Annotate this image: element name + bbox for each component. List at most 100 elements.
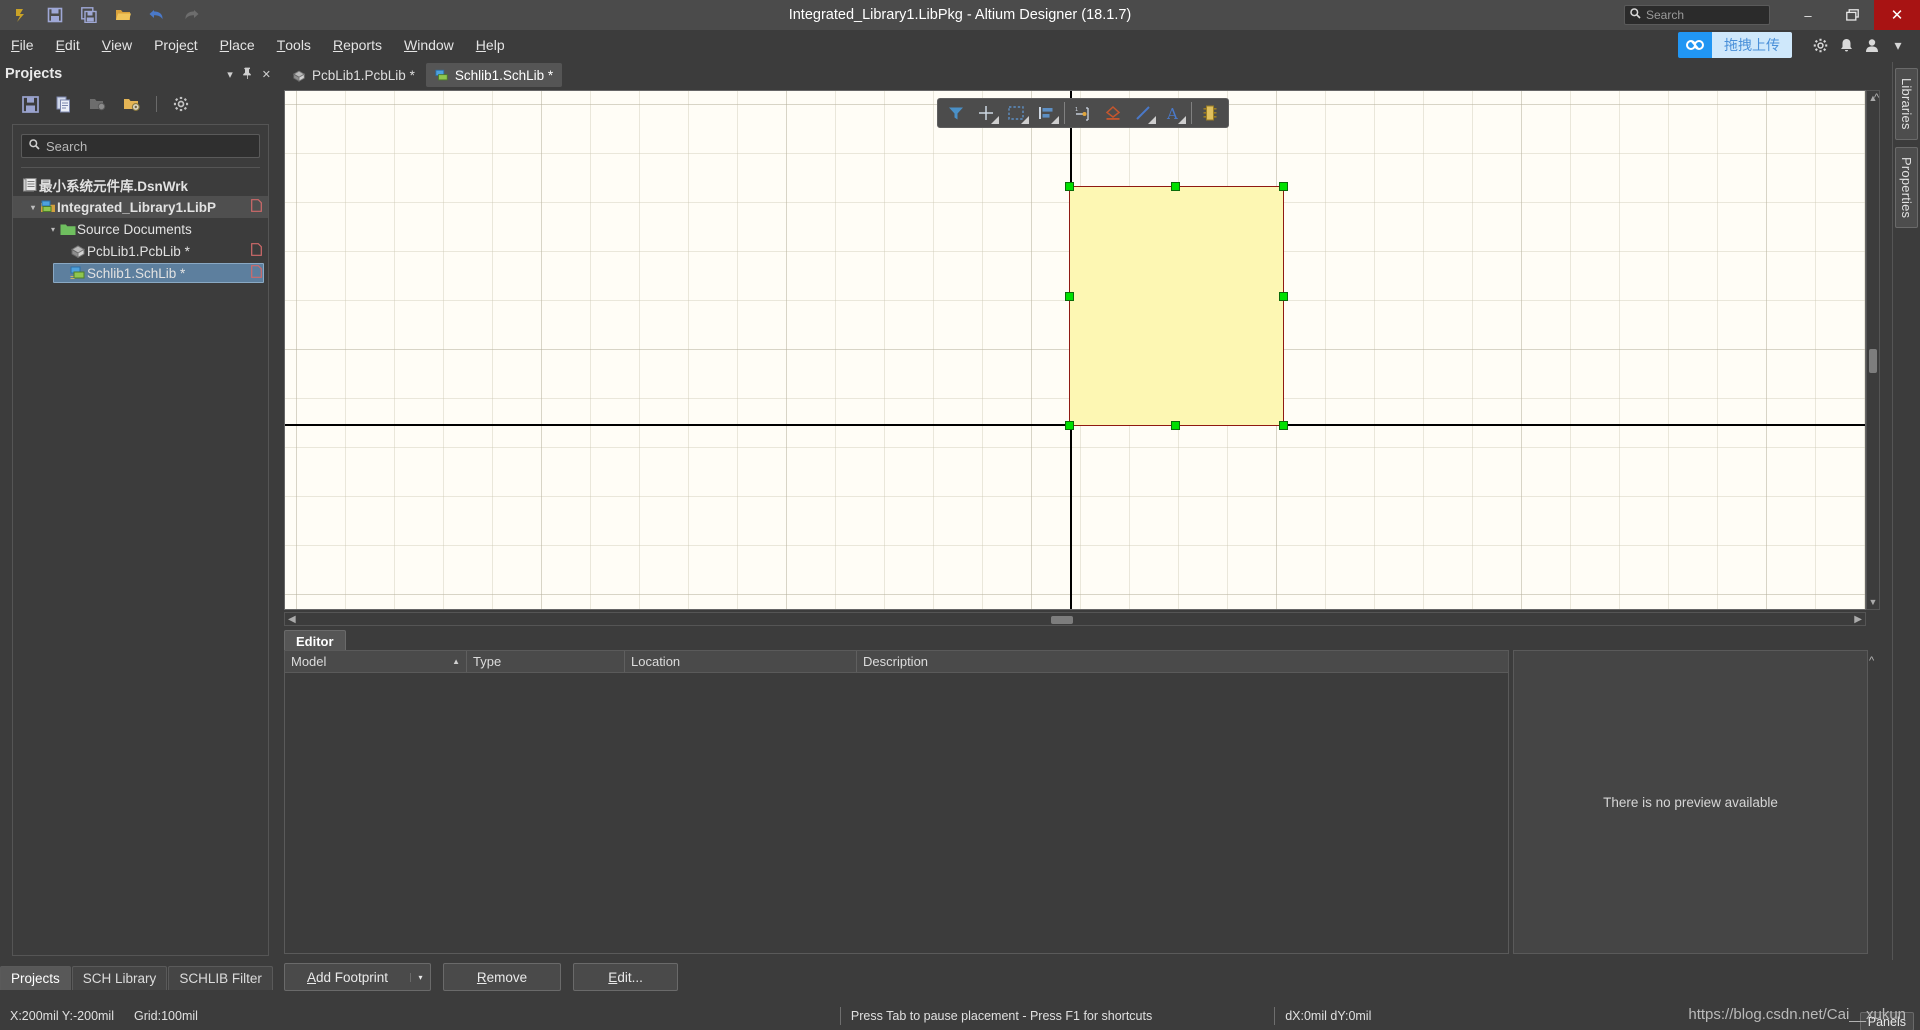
selection-handle-middle-right[interactable] <box>1279 292 1288 301</box>
filter-funnel-icon[interactable] <box>941 100 971 126</box>
menu-file[interactable]: File <box>0 30 45 60</box>
scroll-left-arrow-icon[interactable]: ◀ <box>285 614 299 625</box>
open-project-icon[interactable] <box>88 94 108 114</box>
edit-button[interactable]: Edit... <box>573 963 679 991</box>
model-grid-panel: Model ▲ Type Location Description <box>284 650 1509 954</box>
document-status-icon <box>251 243 262 259</box>
remove-button[interactable]: Remove <box>443 963 562 991</box>
tree-item-label: PcbLib1.PcbLib * <box>87 243 190 259</box>
selection-handle-bottom-left[interactable] <box>1065 421 1074 430</box>
align-objects-icon[interactable] <box>1031 100 1061 126</box>
column-header-type[interactable]: Type <box>467 651 625 672</box>
dock-tab-properties[interactable]: Properties <box>1895 146 1918 228</box>
horizontal-scroll-thumb[interactable] <box>1051 616 1073 624</box>
place-text-icon[interactable]: A <box>1158 100 1188 126</box>
selection-handle-top-right[interactable] <box>1279 182 1288 191</box>
tree-item-pcblib1[interactable]: PcbLib1.PcbLib * <box>13 240 268 262</box>
status-hint: Press Tab to pause placement - Press F1 … <box>850 1009 1153 1023</box>
toolbar-divider <box>1191 102 1192 124</box>
place-component-icon[interactable] <box>1195 100 1225 126</box>
save-icon[interactable] <box>40 2 70 28</box>
document-tab-schlib1[interactable]: Schlib1.SchLib * <box>425 63 563 87</box>
place-pin-icon[interactable]: 1 <box>1068 100 1098 126</box>
add-footprint-dropdown-chevron-icon[interactable]: ▾ <box>410 972 430 982</box>
panel-menu-chevron-icon[interactable]: ▾ <box>227 68 233 81</box>
tab-editor[interactable]: Editor <box>284 630 346 651</box>
document-tab-pcblib1[interactable]: PcbLib1.PcbLib * <box>283 63 424 87</box>
panel-tab-schlib-filter[interactable]: SCHLIB Filter <box>168 966 273 990</box>
model-grid-body[interactable] <box>285 673 1508 953</box>
close-button[interactable]: ✕ <box>1874 0 1920 30</box>
add-footprint-button[interactable]: Add Footprint ▾ <box>284 963 432 991</box>
tree-item-integrated-library[interactable]: ▾ Integrated_Library1.LibP <box>13 196 268 218</box>
column-header-location[interactable]: Location <box>625 651 857 672</box>
close-panel-icon[interactable]: ✕ <box>262 68 271 81</box>
restore-button[interactable] <box>1830 0 1874 30</box>
tree-item-label: Source Documents <box>77 221 192 237</box>
selection-handle-middle-left[interactable] <box>1065 292 1074 301</box>
schlib-icon <box>69 266 87 280</box>
place-line-icon[interactable] <box>1128 100 1158 126</box>
user-menu-chevron-down-icon[interactable]: ▾ <box>1886 32 1910 58</box>
search-icon <box>1630 8 1641 22</box>
menu-project[interactable]: Proje c t <box>143 30 209 60</box>
dock-tab-libraries[interactable]: Libraries <box>1895 68 1918 140</box>
pin-panel-icon[interactable] <box>242 67 253 82</box>
user-account-icon[interactable] <box>1860 32 1884 58</box>
preview-collapse-icon[interactable]: ^ <box>1869 655 1874 667</box>
vertical-scroll-thumb[interactable] <box>1869 349 1877 373</box>
selection-handle-top-left[interactable] <box>1065 182 1074 191</box>
toolbar-divider <box>156 96 157 112</box>
component-body-rectangle[interactable] <box>1069 186 1284 426</box>
scroll-right-arrow-icon[interactable]: ▶ <box>1851 614 1865 625</box>
chevron-down-icon[interactable]: ▾ <box>27 203 39 212</box>
panel-divider <box>21 167 260 168</box>
column-header-model[interactable]: Model ▲ <box>285 651 467 672</box>
column-label: Type <box>473 654 502 669</box>
selection-handle-top-center[interactable] <box>1171 182 1180 191</box>
menu-tools[interactable]: Tools <box>266 30 322 60</box>
canvas-horizontal-scrollbar[interactable]: ◀ ▶ <box>284 612 1866 626</box>
scroll-down-arrow-icon[interactable]: ▼ <box>1867 597 1879 607</box>
add-footprint-label[interactable]: Add Footprint <box>285 964 410 990</box>
menu-view[interactable]: View <box>91 30 143 60</box>
panel-settings-gear-icon[interactable] <box>171 94 191 114</box>
open-folder-icon[interactable] <box>108 2 138 28</box>
tree-item-schlib1[interactable]: Schlib1.SchLib * <box>13 262 268 284</box>
tree-item-workspace[interactable]: 最小系统元件库.DsnWrk <box>13 174 268 196</box>
panel-tab-projects[interactable]: Projects <box>0 966 71 990</box>
sort-ascending-icon[interactable]: ▲ <box>452 657 460 666</box>
drag-upload-button[interactable]: 拖拽上传 <box>1678 32 1792 58</box>
menu-reports[interactable]: Reports <box>322 30 393 60</box>
menu-window[interactable]: Window <box>393 30 465 60</box>
svg-text:A: A <box>1166 105 1178 121</box>
tree-item-source-documents[interactable]: ▾ Source Documents <box>13 218 268 240</box>
dock-collapse-icon[interactable]: ^ <box>1874 92 1879 104</box>
altium-logo-icon[interactable] <box>6 2 36 28</box>
canvas-vertical-scrollbar[interactable]: ▲ ▼ <box>1866 90 1880 610</box>
settings-gear-icon[interactable] <box>1808 32 1832 58</box>
place-ieee-symbol-icon[interactable] <box>1098 100 1128 126</box>
projects-search-input[interactable]: Search <box>21 134 260 158</box>
chevron-down-icon[interactable]: ▾ <box>47 225 59 234</box>
project-options-folder-icon[interactable] <box>122 94 142 114</box>
projects-panel-toolbar <box>0 86 281 122</box>
selection-handle-bottom-right[interactable] <box>1279 421 1288 430</box>
compile-documents-icon[interactable] <box>54 94 74 114</box>
status-grid: Grid:100mil <box>134 1009 198 1023</box>
panel-tab-sch-library[interactable]: SCH Library <box>71 966 168 990</box>
menu-help[interactable]: Help <box>465 30 516 60</box>
column-header-description[interactable]: Description <box>857 651 1508 672</box>
minimize-button[interactable]: – <box>1786 0 1830 30</box>
schematic-library-canvas[interactable]: 1 A <box>284 90 1866 610</box>
notifications-bell-icon[interactable] <box>1834 32 1858 58</box>
undo-icon[interactable] <box>142 2 172 28</box>
global-search-input[interactable]: Search <box>1624 5 1770 25</box>
menu-place[interactable]: Place <box>209 30 266 60</box>
area-select-icon[interactable] <box>1001 100 1031 126</box>
selection-handle-bottom-center[interactable] <box>1171 421 1180 430</box>
menu-edit[interactable]: Edit <box>45 30 91 60</box>
crosshair-move-icon[interactable] <box>971 100 1001 126</box>
save-all-icon[interactable] <box>74 2 104 28</box>
save-project-icon[interactable] <box>20 94 40 114</box>
